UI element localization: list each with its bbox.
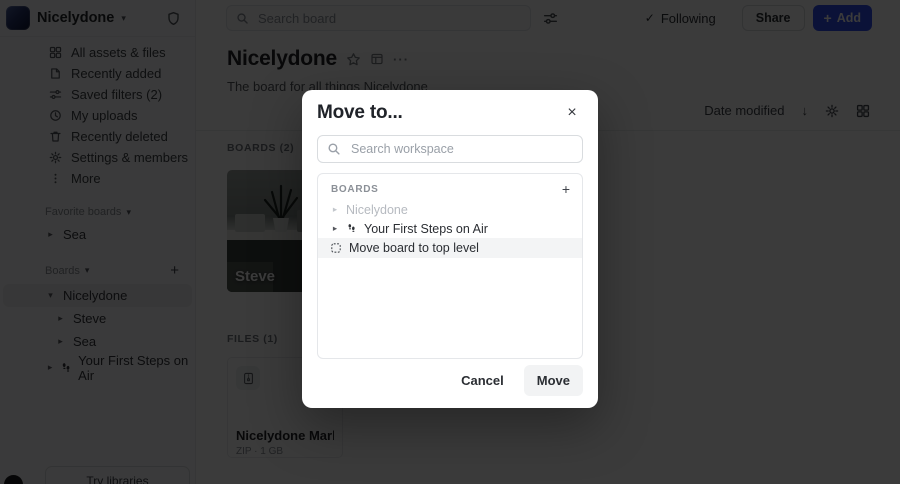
footprints-icon [346, 223, 357, 234]
dashed-board-icon [330, 242, 342, 254]
workspace-search-input[interactable] [349, 141, 573, 157]
add-board-icon[interactable]: + [562, 182, 570, 196]
modal-row-first-steps[interactable]: ▸ Your First Steps on Air [318, 219, 582, 238]
modal-row-label: Move board to top level [349, 241, 479, 255]
modal-list-header: BOARDS + [318, 174, 582, 200]
modal-title: Move to... [317, 102, 403, 123]
close-icon[interactable]: × [561, 102, 583, 124]
move-button[interactable]: Move [523, 365, 583, 396]
workspace-search[interactable] [317, 135, 583, 163]
modal-row-label: Nicelydone [346, 202, 408, 217]
cancel-button[interactable]: Cancel [451, 367, 514, 394]
move-to-modal: Move to... × BOARDS + ▸ Nicelydone ▸ [302, 90, 598, 408]
modal-footer: Cancel Move [451, 365, 583, 396]
modal-row-nicelydone[interactable]: ▸ Nicelydone [318, 200, 582, 219]
modal-row-move-top-level[interactable]: Move board to top level [318, 238, 582, 258]
modal-header: Move to... × [317, 102, 583, 124]
modal-row-label: Your First Steps on Air [364, 221, 488, 236]
modal-board-list: BOARDS + ▸ Nicelydone ▸ Your First Steps… [317, 173, 583, 359]
app-window: ✓ Following Share + Add Nicelydone ▾ All… [0, 0, 900, 484]
modal-boards-label: BOARDS [331, 183, 379, 195]
chevron-right-icon: ▸ [332, 204, 338, 214]
search-icon [327, 142, 341, 156]
chevron-right-icon: ▸ [332, 223, 338, 233]
